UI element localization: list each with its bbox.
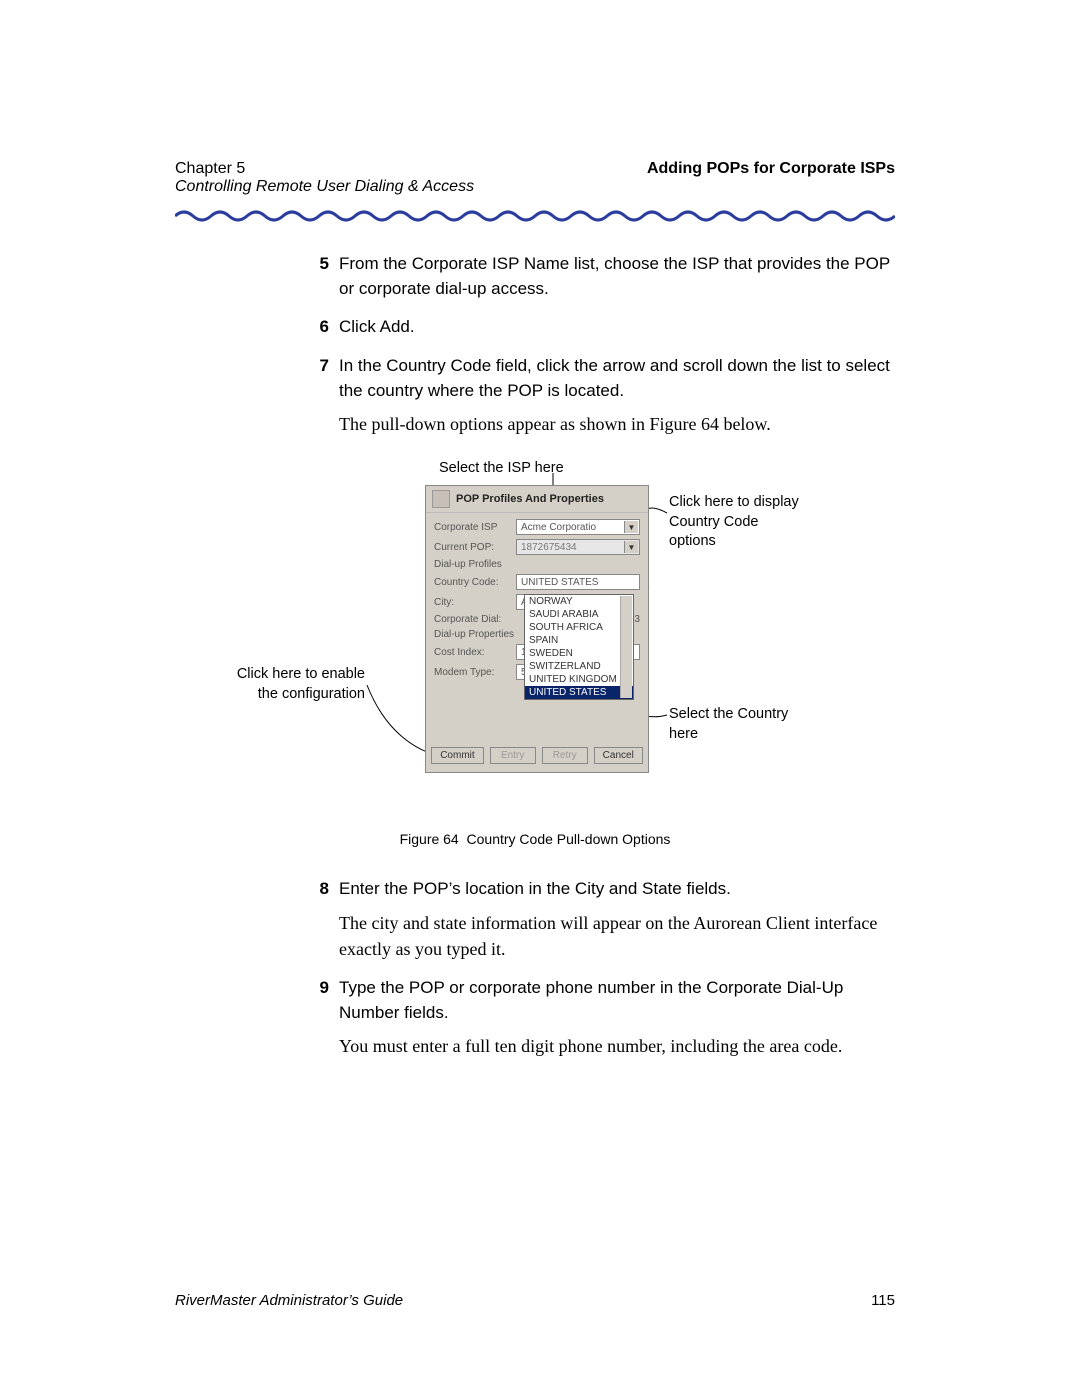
current-pop-field: 1872675434 ▼ xyxy=(516,539,640,555)
step-6: 6 Click Add. xyxy=(305,315,895,340)
section-subtitle: Controlling Remote User Dialing & Access xyxy=(175,178,474,196)
step-number: 9 xyxy=(305,976,329,1059)
commit-button[interactable]: Commit xyxy=(431,747,483,764)
step-5: 5 From the Corporate ISP Name list, choo… xyxy=(305,252,895,301)
label-city: City: xyxy=(434,597,516,608)
step-9: 9 Type the POP or corporate phone number… xyxy=(305,976,895,1059)
list-item[interactable]: UNITED KINGDOM xyxy=(525,673,633,686)
chevron-down-icon: ▼ xyxy=(624,541,638,553)
label-dialup-profiles: Dial-up Profiles xyxy=(434,559,640,570)
step-text: Click Add. xyxy=(339,315,895,340)
step-number: 8 xyxy=(305,877,329,962)
step-number: 5 xyxy=(305,252,329,301)
figure-64: Select the ISP here Click here to displa… xyxy=(175,461,895,821)
step-text: In the Country Code field, click the arr… xyxy=(339,354,895,403)
dialog-titlebar: POP Profiles And Properties xyxy=(426,486,648,513)
page-footer: RiverMaster Administrator’s Guide 115 xyxy=(175,1292,895,1309)
list-item-selected[interactable]: UNITED STATES xyxy=(525,686,633,699)
label-country-code: Country Code: xyxy=(434,577,516,588)
footer-guide: RiverMaster Administrator’s Guide xyxy=(175,1292,403,1309)
list-item[interactable]: SOUTH AFRICA xyxy=(525,621,633,634)
scrollbar[interactable] xyxy=(620,596,632,698)
dialog-icon xyxy=(432,490,450,508)
pop-profiles-dialog: POP Profiles And Properties Corporate IS… xyxy=(425,485,649,773)
step-number: 6 xyxy=(305,315,329,340)
cancel-button[interactable]: Cancel xyxy=(594,747,643,764)
step-8: 8 Enter the POP’s location in the City a… xyxy=(305,877,895,962)
step-text: From the Corporate ISP Name list, choose… xyxy=(339,252,895,301)
list-item[interactable]: SWEDEN xyxy=(525,647,633,660)
retry-button[interactable]: Retry xyxy=(542,747,588,764)
list-item[interactable]: SPAIN xyxy=(525,634,633,647)
figure-caption: Figure 64 Country Code Pull-down Options xyxy=(175,831,895,847)
chevron-down-icon[interactable]: ▼ xyxy=(624,521,638,533)
chapter-label: Chapter 5 xyxy=(175,160,245,178)
list-item[interactable]: SWITZERLAND xyxy=(525,660,633,673)
dialog-title: POP Profiles And Properties xyxy=(456,493,604,505)
entry-button[interactable]: Entry xyxy=(490,747,536,764)
page-number: 115 xyxy=(871,1292,895,1309)
label-corporate-isp: Corporate ISP xyxy=(434,522,516,533)
step-note: You must enter a full ten digit phone nu… xyxy=(339,1033,895,1059)
callout-display-options: Click here to display Country Code optio… xyxy=(669,493,809,552)
section-title: Adding POPs for Corporate ISPs xyxy=(647,160,895,178)
list-item[interactable]: SAUDI ARABIA xyxy=(525,608,633,621)
label-modem-type: Modem Type: xyxy=(434,667,516,678)
callout-enable-config: Click here to enable the configuration xyxy=(215,665,365,704)
step-text: Type the POP or corporate phone number i… xyxy=(339,976,895,1025)
callout-select-isp: Select the ISP here xyxy=(439,459,564,479)
label-corporate-dial: Corporate Dial: xyxy=(434,614,516,625)
list-item[interactable]: NORWAY xyxy=(525,595,633,608)
step-number: 7 xyxy=(305,354,329,437)
step-7: 7 In the Country Code field, click the a… xyxy=(305,354,895,437)
step-text: Enter the POP’s location in the City and… xyxy=(339,877,895,902)
country-code-listbox[interactable]: NORWAY SAUDI ARABIA SOUTH AFRICA SPAIN S… xyxy=(524,594,634,700)
divider-wavy xyxy=(175,210,895,222)
corporate-isp-dropdown[interactable]: Acme Corporatio ▼ xyxy=(516,519,640,535)
page-header: Chapter 5 Adding POPs for Corporate ISPs xyxy=(175,160,895,178)
callout-select-country: Select the Country here xyxy=(669,705,789,744)
step-note: The city and state information will appe… xyxy=(339,910,895,962)
label-cost-index: Cost Index: xyxy=(434,647,516,658)
label-current-pop: Current POP: xyxy=(434,542,516,553)
country-code-dropdown[interactable]: UNITED STATES xyxy=(516,574,640,590)
step-note: The pull-down options appear as shown in… xyxy=(339,411,895,437)
